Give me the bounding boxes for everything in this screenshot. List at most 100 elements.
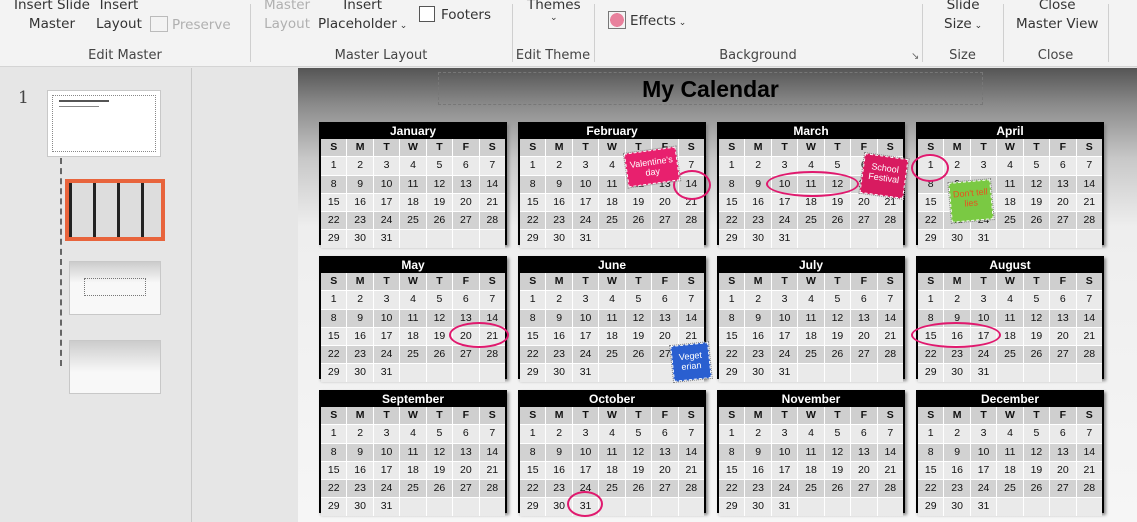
day-cell[interactable]: 5 [625,291,652,309]
day-cell[interactable]: 3 [970,157,997,175]
day-cell[interactable]: 1 [321,425,347,443]
day-cell[interactable]: 7 [1076,157,1102,175]
day-cell[interactable]: 19 [1023,327,1050,346]
day-cell[interactable] [1076,230,1102,248]
day-cell[interactable]: 26 [1023,212,1050,230]
day-cell[interactable]: 9 [546,175,572,193]
day-cell[interactable]: 5 [824,291,851,309]
day-cell[interactable]: 18 [599,461,625,480]
day-cell[interactable]: 18 [997,461,1023,480]
day-cell[interactable]: 8 [719,175,745,193]
day-cell[interactable]: 16 [347,327,373,346]
day-cell[interactable]: 29 [719,364,745,382]
day-cell[interactable]: 16 [347,193,373,212]
day-cell[interactable]: 20 [851,461,877,480]
day-cell[interactable]: 11 [400,175,426,193]
day-cell[interactable]: 6 [1050,157,1076,175]
day-cell[interactable]: 6 [453,157,479,175]
day-cell[interactable] [798,230,824,248]
day-cell[interactable]: 8 [520,175,546,193]
day-cell[interactable]: 23 [944,346,970,364]
pane-splitter[interactable] [193,68,298,522]
day-cell[interactable]: 14 [1076,443,1102,461]
thumbnail-title-layout[interactable] [69,261,161,315]
day-cell[interactable]: 5 [426,425,453,443]
day-cell[interactable]: 5 [426,157,453,175]
day-cell[interactable]: 20 [1050,193,1076,212]
day-cell[interactable]: 27 [1050,212,1076,230]
day-cell[interactable]: 27 [453,346,479,364]
day-cell[interactable]: 7 [1076,425,1102,443]
day-cell[interactable]: 23 [745,480,771,498]
day-cell[interactable]: 3 [572,291,599,309]
day-cell[interactable]: 15 [321,327,347,346]
day-cell[interactable]: 4 [400,157,426,175]
day-cell[interactable] [1023,230,1050,248]
day-cell[interactable]: 8 [719,443,745,461]
day-cell[interactable]: 23 [546,346,572,364]
day-cell[interactable]: 31 [970,364,997,382]
day-cell[interactable]: 11 [400,309,426,327]
day-cell[interactable]: 20 [652,193,678,212]
day-cell[interactable]: 30 [347,230,373,248]
day-cell[interactable]: 2 [745,157,771,175]
day-cell[interactable]: 18 [997,193,1023,212]
day-cell[interactable] [453,498,479,516]
day-cell[interactable]: 25 [400,346,426,364]
day-cell[interactable]: 19 [824,461,851,480]
day-cell[interactable]: 3 [572,425,599,443]
day-cell[interactable] [453,364,479,382]
day-cell[interactable]: 20 [1050,327,1076,346]
day-cell[interactable] [997,498,1023,516]
day-cell[interactable]: 26 [625,212,652,230]
day-cell[interactable]: 26 [625,480,652,498]
day-cell[interactable]: 13 [1050,175,1076,193]
day-cell[interactable]: 8 [719,309,745,327]
day-cell[interactable]: 27 [652,212,678,230]
day-cell[interactable]: 22 [321,346,347,364]
day-cell[interactable]: 9 [546,309,572,327]
day-cell[interactable]: 4 [400,291,426,309]
day-cell[interactable] [1023,498,1050,516]
day-cell[interactable]: 19 [426,461,453,480]
day-cell[interactable]: 3 [970,291,997,309]
day-cell[interactable]: 31 [572,230,599,248]
day-cell[interactable]: 4 [997,291,1023,309]
day-cell[interactable]: 25 [599,212,625,230]
day-cell[interactable]: 3 [373,291,400,309]
day-cell[interactable]: 12 [625,443,652,461]
day-cell[interactable]: 12 [625,309,652,327]
day-cell[interactable]: 28 [1076,480,1102,498]
day-cell[interactable]: 31 [373,230,400,248]
day-cell[interactable]: 28 [877,212,903,230]
day-cell[interactable]: 31 [373,498,400,516]
day-cell[interactable]: 13 [1050,309,1076,327]
day-cell[interactable]: 30 [944,364,970,382]
day-cell[interactable]: 24 [771,480,798,498]
day-cell[interactable]: 25 [599,480,625,498]
day-cell[interactable]: 5 [625,425,652,443]
day-cell[interactable]: 18 [400,461,426,480]
day-cell[interactable]: 26 [426,212,453,230]
day-cell[interactable]: 14 [877,443,903,461]
day-cell[interactable]: 10 [572,309,599,327]
day-cell[interactable] [851,230,877,248]
day-cell[interactable]: 4 [599,157,625,175]
day-cell[interactable]: 11 [997,309,1023,327]
day-cell[interactable]: 2 [944,425,970,443]
day-cell[interactable]: 14 [678,309,704,327]
day-cell[interactable]: 25 [400,480,426,498]
day-cell[interactable]: 15 [918,193,944,212]
day-cell[interactable]: 2 [745,425,771,443]
thumbnail-calendar-layout-selected[interactable] [65,179,165,241]
day-cell[interactable]: 25 [997,212,1023,230]
day-cell[interactable]: 4 [798,425,824,443]
day-cell[interactable] [400,364,426,382]
day-cell[interactable] [625,230,652,248]
day-cell[interactable]: 23 [347,480,373,498]
day-cell[interactable]: 5 [1023,157,1050,175]
day-cell[interactable]: 9 [347,309,373,327]
master-layout-button[interactable]: Master Layout [264,0,310,32]
day-cell[interactable]: 3 [373,157,400,175]
day-cell[interactable]: 14 [877,309,903,327]
